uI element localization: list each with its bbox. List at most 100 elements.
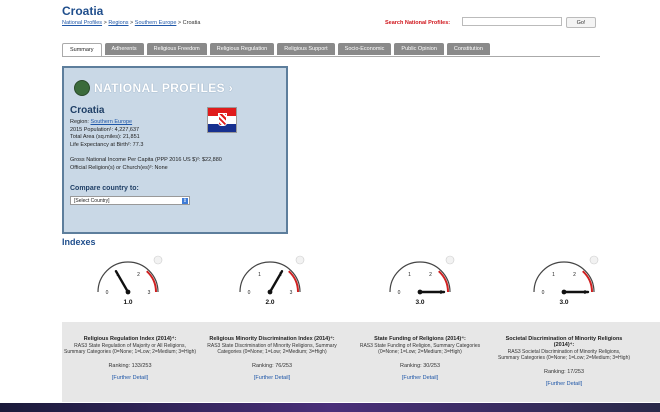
breadcrumb-separator: > <box>130 20 134 26</box>
official-religion-line: Official Religion(s) or Church(es)³: Non… <box>70 165 168 171</box>
gauge-hub <box>561 289 567 295</box>
tab-religious-regulation[interactable]: Religious Regulation <box>209 43 275 55</box>
gauge-svg: 01232.0 <box>239 255 305 306</box>
indexes-title: Indexes <box>62 237 96 247</box>
logo-text: NATIONAL PROFILES › <box>94 81 234 95</box>
gauge-religious-regulation: 01231.0 <box>88 252 168 312</box>
region-label: Region: <box>70 119 91 125</box>
card-title: Societal Discrimination of Minority Reli… <box>505 336 623 348</box>
gauge-arc <box>389 261 451 293</box>
gauge-high-zone <box>438 270 449 293</box>
gauge-societal-discrimination: 01233.0 <box>524 252 604 312</box>
breadcrumb: National Profiles > Regions > Southern E… <box>62 20 200 26</box>
further-detail-link[interactable]: [Further Detail] <box>354 375 486 381</box>
gauge-value-label: 1.0 <box>123 299 132 306</box>
gauge-hub <box>125 289 131 295</box>
gauge-arc <box>239 261 301 293</box>
tab-public-opinion[interactable]: Public Opinion <box>394 43 444 55</box>
gauge-tick-label: 3 <box>148 290 151 296</box>
gauge-hub <box>267 289 273 295</box>
gauge-tick-label: 1 <box>258 272 261 278</box>
select-arrow-icon: ⇕ <box>182 198 188 204</box>
card-description: RAS3 State Discrimination of Minority Re… <box>207 343 337 355</box>
card-title: Religious Regulation Index (2014)⁴: <box>83 336 177 342</box>
card-ranking: Ranking: 30/253 <box>399 363 441 369</box>
gauge-high-zone <box>288 270 299 293</box>
gauge-info-icon <box>445 255 455 265</box>
gauge-minority-discrimination: 01232.0 <box>230 252 310 312</box>
tab-divider <box>62 56 600 57</box>
breadcrumb-current: Croatia <box>182 20 201 26</box>
gauge-value-label: 2.0 <box>265 299 274 306</box>
gni-line: Gross National Income Per Capita (PPP 20… <box>70 157 222 163</box>
country-select[interactable]: [Select Country] ⇕ <box>70 196 190 205</box>
card-state-funding: State Funding of Religions (2014)⁴: RAS3… <box>354 336 486 381</box>
country-select-value: [Select Country] <box>74 198 110 204</box>
compare-label: Compare country to: <box>70 185 139 192</box>
region-link[interactable]: Southern Europe <box>91 119 133 125</box>
tab-adherents[interactable]: Adherents <box>104 43 144 55</box>
card-title: State Funding of Religions (2014)⁴: <box>374 336 466 342</box>
gauge-high-zone <box>146 270 157 293</box>
gauge-tick-label: 2 <box>137 272 140 278</box>
card-title: Religious Minority Discrimination Index … <box>209 336 335 342</box>
life-expectancy-line: Life Expectancy at Birth²: 77.3 <box>70 142 144 148</box>
card-ranking: Ranking: 133/253 <box>108 363 152 369</box>
croatia-flag <box>207 107 237 133</box>
breadcrumb-separator: > <box>177 20 182 26</box>
further-detail-link[interactable]: [Further Detail] <box>498 381 630 387</box>
gauge-tick-label: 1 <box>408 272 411 278</box>
gauge-value-label: 3.0 <box>559 299 568 306</box>
card-description: RAS3 Societal Discrimination of Minority… <box>498 349 631 361</box>
card-description: RAS3 State Funding of Religion, Summary … <box>359 343 481 355</box>
seal-icon <box>74 80 90 96</box>
gauge-value-label: 3.0 <box>415 299 424 306</box>
gauge-tick-label: 1 <box>552 272 555 278</box>
gauge-tick-label: 0 <box>106 290 109 296</box>
gauge-tick-label: 2 <box>429 272 432 278</box>
gauge-high-zone <box>582 270 593 293</box>
breadcrumb-national-profiles[interactable]: National Profiles <box>62 20 102 26</box>
card-ranking: Ranking: 76/253 <box>251 363 293 369</box>
gauge-arc <box>97 261 159 293</box>
gauge-info-icon <box>589 255 599 265</box>
gauge-tick-label: 0 <box>248 290 251 296</box>
national-profiles-logo: NATIONAL PROFILES › <box>74 80 233 96</box>
gauge-needle <box>268 270 284 294</box>
gauge-svg: 01233.0 <box>389 255 455 306</box>
go-button[interactable]: Go! <box>566 17 596 28</box>
tab-religious-freedom[interactable]: Religious Freedom <box>146 43 207 55</box>
profile-panel: NATIONAL PROFILES › Croatia Region: Sout… <box>62 66 288 234</box>
tab-socio-economic[interactable]: Socio-Economic <box>337 43 392 55</box>
card-societal-discrimination: Societal Discrimination of Minority Reli… <box>498 336 630 387</box>
gauge-info-icon <box>153 255 163 265</box>
search-label: Search National Profiles: <box>385 20 451 26</box>
gauge-tick-label: 3 <box>290 290 293 296</box>
tab-summary[interactable]: Summary <box>62 43 102 56</box>
breadcrumb-separator: > <box>103 20 107 26</box>
page-title: Croatia <box>62 4 104 18</box>
gauge-svg: 01233.0 <box>533 255 599 306</box>
gauge-svg: 01231.0 <box>97 255 163 306</box>
breadcrumb-regions[interactable]: Regions <box>108 20 128 26</box>
gauge-hub <box>417 289 423 295</box>
gauge-arc <box>533 261 595 293</box>
breadcrumb-southern-europe[interactable]: Southern Europe <box>135 20 177 26</box>
further-detail-link[interactable]: [Further Detail] <box>64 375 196 381</box>
coat-of-arms-icon <box>218 113 227 126</box>
area-line: Total Area (sq.miles): 21,851 <box>70 134 140 140</box>
tab-constitution[interactable]: Constitution <box>446 43 490 55</box>
search-input[interactable] <box>462 17 562 26</box>
card-minority-discrimination: Religious Minority Discrimination Index … <box>206 336 338 381</box>
further-detail-link[interactable]: [Further Detail] <box>206 375 338 381</box>
gauge-tick-label: 0 <box>398 290 401 296</box>
country-name: Croatia <box>70 105 105 116</box>
tab-religious-support[interactable]: Religious Support <box>277 43 335 55</box>
gauge-info-icon <box>295 255 305 265</box>
gauge-tick-label: 2 <box>573 272 576 278</box>
card-description: RAS3 State Regulation of Majority or All… <box>64 343 197 355</box>
tab-bar: Summary Adherents Religious Freedom Reli… <box>62 43 493 56</box>
gauge-state-funding: 01233.0 <box>380 252 460 312</box>
os-taskbar <box>0 403 660 412</box>
gauge-needle <box>114 270 130 294</box>
